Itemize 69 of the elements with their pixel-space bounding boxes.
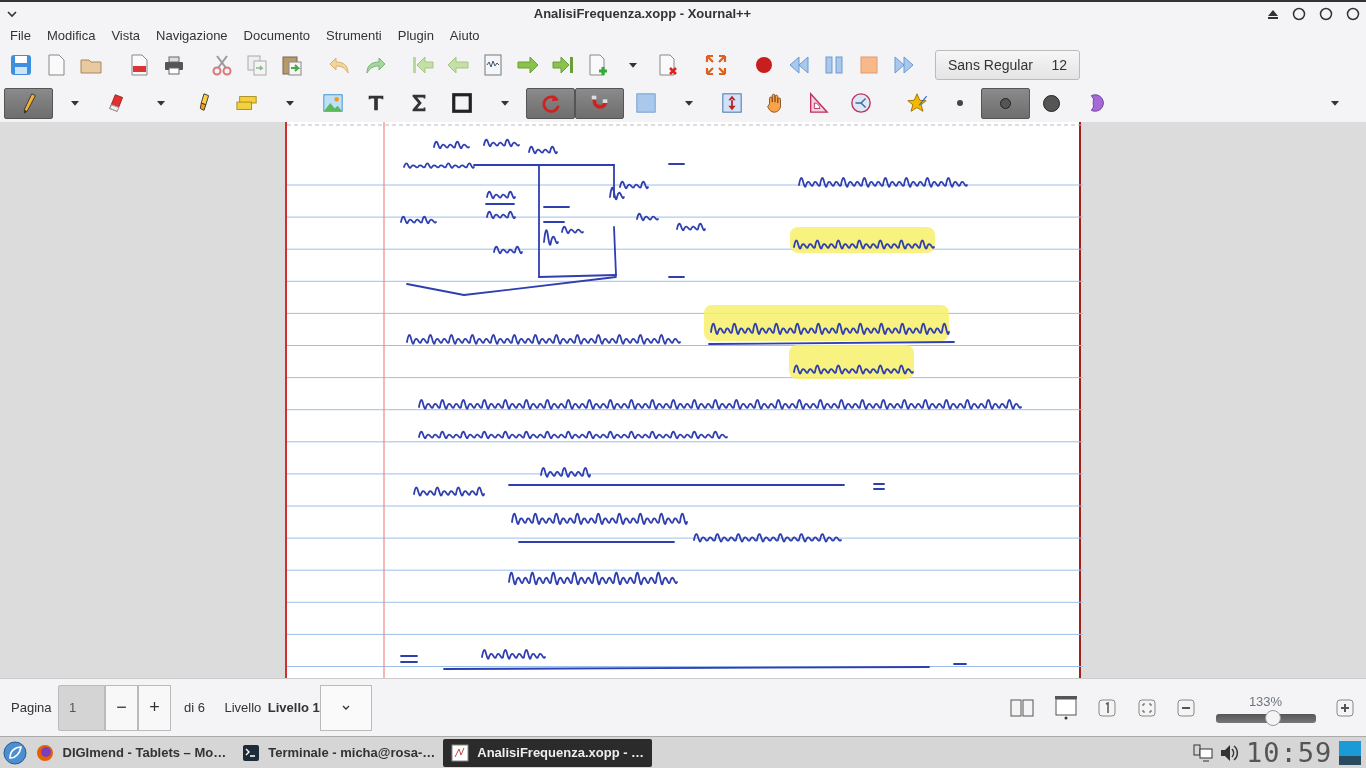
clipboard-icon: [279, 53, 304, 77]
zoom-out-button[interactable]: [1176, 696, 1196, 719]
font-button[interactable]: Sans Regular 12: [935, 50, 1080, 80]
zoom-actual-size-icon: [1097, 697, 1117, 718]
globe-icon: [34, 742, 55, 763]
layer-dropdown-button[interactable]: [319, 684, 372, 731]
zoom-actual-size-button[interactable]: [1097, 696, 1117, 719]
menu-item[interactable]: Aiuto: [441, 26, 488, 46]
expand-arrows-icon: [703, 53, 728, 77]
circular-arrows-icon: [539, 92, 562, 114]
taskbar-task[interactable]: Terminale - micha@rosa-…: [234, 738, 444, 767]
document-icon: [451, 743, 470, 762]
minimize-button[interactable]: [1292, 7, 1306, 21]
menu-item[interactable]: Navigazione: [148, 26, 236, 46]
circular-arrows-button[interactable]: [526, 87, 575, 119]
menu-item[interactable]: File: [2, 26, 39, 46]
layer-label: Livello: [224, 698, 262, 717]
eject-icon: [1267, 8, 1279, 20]
presentation-icon: [1053, 694, 1078, 721]
save-icon: [8, 53, 33, 77]
selection-rect-icon: [634, 92, 657, 114]
start-menu-button[interactable]: [2, 739, 28, 766]
zoom-in-icon: [1335, 697, 1355, 718]
window-title: AnalisiFrequenza.xopp - Xournal++: [533, 5, 752, 24]
menu-item[interactable]: Vista: [103, 26, 149, 46]
page-number-field[interactable]: 1: [58, 684, 105, 731]
menu-item[interactable]: Plugin: [389, 26, 442, 46]
menu-item[interactable]: Modifica: [38, 26, 104, 46]
thick-dot-icon: [1043, 94, 1060, 112]
chevron-down-icon: [6, 8, 18, 20]
network-icon: [1192, 742, 1213, 763]
next-page-button[interactable]: +: [138, 684, 171, 731]
close-button[interactable]: [1346, 7, 1360, 21]
font-size: 12: [1051, 55, 1067, 75]
presentation-button[interactable]: [1053, 696, 1078, 719]
page-label: Pagina: [11, 698, 52, 717]
magnet-button[interactable]: [575, 87, 624, 119]
layer-name: Livello 1: [267, 698, 320, 717]
compass-circle-icon: [849, 92, 872, 114]
fast-forward-icon: [891, 53, 916, 77]
font-name: Sans Regular: [948, 55, 1033, 75]
previous-page-button[interactable]: −: [105, 684, 138, 731]
maximize-button[interactable]: [1319, 7, 1333, 21]
two-pages-button[interactable]: [1010, 696, 1034, 719]
star-pencil-icon: [905, 92, 928, 114]
browser-launcher[interactable]: [34, 742, 55, 763]
terminal-icon: [242, 743, 261, 762]
thin-dot-icon: [956, 100, 963, 106]
picture-icon: [321, 92, 344, 114]
rectangle-icon: [450, 92, 473, 114]
zoom-out-icon: [1176, 697, 1196, 718]
copy-icon: [244, 53, 269, 77]
clock: 10:59: [1245, 739, 1333, 766]
medium-dot-button[interactable]: [981, 87, 1030, 119]
workspace-icon: [1338, 740, 1361, 765]
medium-dot-icon: [1000, 97, 1011, 109]
zoom-in-button[interactable]: [1335, 696, 1355, 719]
pencil-button[interactable]: [4, 87, 53, 119]
speaker-icon: [1219, 742, 1240, 763]
zoom-fit-icon: [1136, 697, 1157, 718]
menu-item[interactable]: Strumenti: [318, 26, 390, 46]
taskbar-task[interactable]: DIGImend - Tablets – Mo…: [54, 738, 235, 767]
taskbar-task[interactable]: AnalisiFrequenza.xopp - …: [443, 738, 653, 767]
zoom-percent: 133%: [1248, 692, 1283, 711]
menu-item[interactable]: Documento: [235, 26, 319, 46]
vertical-space-icon: [720, 92, 743, 114]
zoom-fit-button[interactable]: [1136, 696, 1157, 719]
page-count: di 6: [184, 698, 205, 717]
leaf-circle-icon: [2, 739, 28, 766]
